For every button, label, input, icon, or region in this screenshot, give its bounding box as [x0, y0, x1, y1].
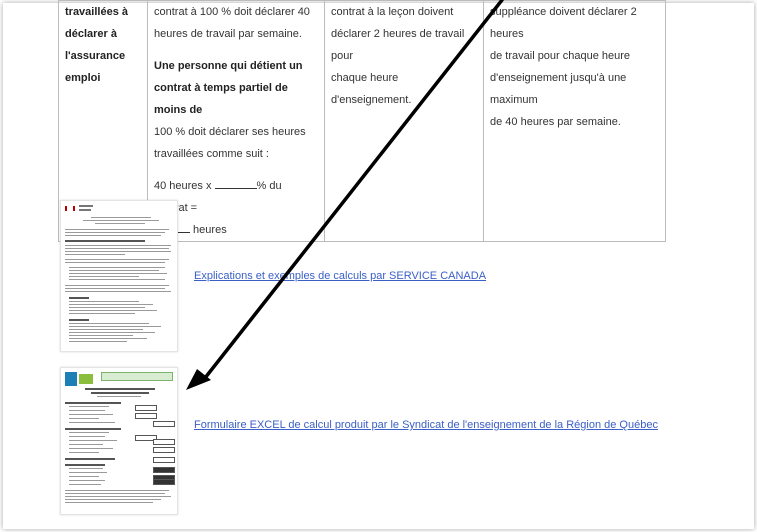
- union-logo-icon: [65, 372, 77, 386]
- cell-line: chaque heure d'enseignement.: [331, 72, 412, 106]
- document-thumbnail[interactable]: [60, 200, 178, 352]
- canada-flag-icon: [65, 206, 75, 211]
- spreadsheet-thumbnail[interactable]: [60, 367, 178, 515]
- formula-start: 40 heures x: [154, 180, 215, 192]
- cell-line: déclarer à: [65, 28, 117, 40]
- formula-blank: [214, 178, 257, 189]
- cell-line: emploi: [65, 72, 101, 84]
- cell-line: suppléance doivent déclarer 2 heures: [490, 6, 637, 40]
- cell-line: 100 % doit déclarer ses heures: [154, 126, 306, 138]
- cell-line: Une personne qui détient un: [154, 60, 303, 72]
- cell-line: de travail pour chaque heure: [490, 50, 631, 62]
- cell-line: contrat à temps partiel de moins de: [154, 82, 288, 116]
- cell-lesson-contract: contrat à la leçon doivent déclarer 2 he…: [324, 0, 484, 242]
- cell-line: d'enseignement jusqu'à une maximum: [490, 72, 627, 106]
- formula-end: heures: [190, 224, 227, 236]
- cell-line: heures de travail par semaine.: [154, 28, 302, 40]
- excel-form-link[interactable]: Formulaire EXCEL de calcul produit par l…: [194, 419, 658, 431]
- cell-line: contrat à la leçon doivent: [331, 6, 454, 18]
- cell-substitution: suppléance doivent déclarer 2 heures de …: [483, 0, 666, 242]
- service-canada-link[interactable]: Explications et exemples de calculs par …: [194, 270, 486, 282]
- cell-line: travaillées à: [65, 6, 128, 18]
- formula-line: 40 heures x % du contrat =: [154, 175, 318, 219]
- formula-line-2: heures: [154, 219, 318, 241]
- cell-line: contrat à 100 % doit déclarer 40: [154, 6, 310, 18]
- cell-line: travaillées comme suit :: [154, 148, 269, 160]
- cell-line: de 40 heures par semaine.: [490, 116, 621, 128]
- cell-line: déclarer 2 heures de travail pour: [331, 28, 465, 62]
- cell-line: l'assurance: [65, 50, 126, 62]
